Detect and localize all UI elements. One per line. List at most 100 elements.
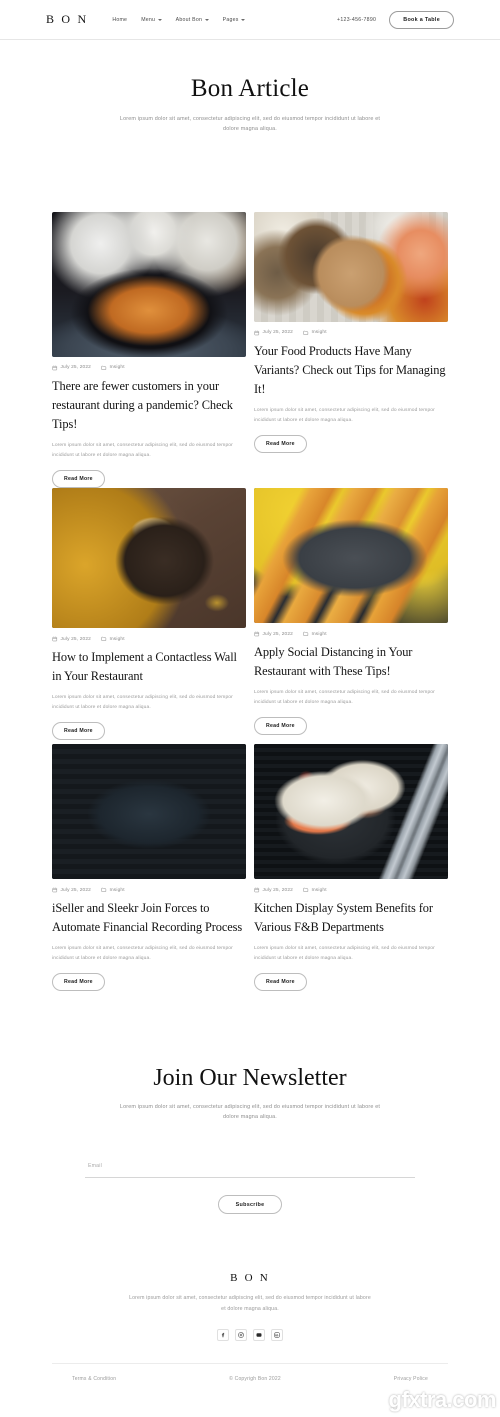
article-excerpt: Lorem ipsum dolor sit amet, consectetur … (254, 408, 435, 423)
folder-icon (101, 637, 107, 642)
shrimp-sushi-burger-image (254, 744, 448, 880)
article-date: July 25, 2022 (52, 636, 91, 642)
youtube-link[interactable] (253, 1328, 265, 1341)
nav-label: Home (112, 16, 128, 23)
subscribe-button[interactable]: Subscribe (217, 1195, 283, 1215)
calendar-icon (254, 330, 260, 336)
article-category: Insight (101, 636, 125, 642)
nav-label: Menu (141, 16, 156, 23)
nav-item-menu[interactable]: Menu (141, 16, 162, 23)
article-title[interactable]: Kitchen Display System Benefits for Vari… (254, 899, 448, 937)
date-text: July 25, 2022 (60, 636, 91, 642)
article-thumbnail[interactable] (52, 212, 246, 357)
facebook-link[interactable] (217, 1328, 229, 1341)
folder-icon (101, 888, 107, 893)
nav-item-about-bon[interactable]: About Bon (176, 17, 209, 23)
article-thumbnail[interactable] (254, 488, 448, 624)
youtube-icon (256, 1332, 262, 1337)
date-text: July 25, 2022 (60, 365, 91, 371)
category-text: Insight (109, 636, 125, 642)
header-actions: +123-456-7890 Book a Table (337, 10, 454, 29)
privacy-link[interactable]: Privacy Police (394, 1376, 428, 1382)
date-text: July 25, 2022 (60, 887, 91, 893)
chevron-down-icon (204, 18, 209, 21)
facebook-icon (221, 1332, 225, 1337)
folder-icon (303, 888, 309, 893)
book-a-table-button[interactable]: Book a Table (389, 10, 454, 29)
article-thumbnail[interactable] (254, 212, 448, 322)
newsletter-title: Join Our Newsletter (153, 1065, 347, 1092)
instagram-icon (238, 1332, 244, 1338)
nav-item-pages[interactable]: Pages (223, 17, 246, 23)
read-more-button[interactable]: Read More (52, 722, 105, 741)
calendar-icon (52, 365, 58, 371)
article-category: Insight (303, 887, 327, 893)
date-text: July 25, 2022 (262, 631, 293, 637)
read-more-button[interactable]: Read More (254, 435, 307, 454)
newsletter-subtitle: Lorem ipsum dolor sit amet, consectetur … (119, 1104, 381, 1121)
article-title[interactable]: How to Implement a Contactless Wall in Y… (52, 648, 246, 686)
linkedin-link[interactable] (271, 1328, 283, 1341)
hero-section: Bon Article Lorem ipsum dolor sit amet, … (0, 40, 500, 134)
site-header: B O N Home Menu About Bon Pages +123-456… (0, 0, 500, 40)
watermark: gfxtra.com (388, 1387, 497, 1412)
page-root: B O N Home Menu About Bon Pages +123-456… (0, 0, 500, 1417)
article-meta: July 25, 2022 Insight (254, 887, 448, 893)
page-subtitle: Lorem ipsum dolor sit amet, consectetur … (119, 116, 381, 132)
calendar-icon (52, 636, 58, 642)
read-more-button[interactable]: Read More (254, 973, 307, 992)
article-category: Insight (303, 631, 327, 637)
article-date: July 25, 2022 (254, 330, 293, 336)
category-text: Insight (109, 887, 125, 893)
korean-fried-chicken-image (52, 212, 246, 357)
email-input[interactable] (85, 1163, 415, 1170)
folder-icon (303, 330, 309, 335)
nav-label: About Bon (175, 16, 203, 23)
phone-number[interactable]: +123-456-7890 (337, 17, 376, 23)
article-date: July 25, 2022 (254, 887, 293, 893)
article-thumbnail[interactable] (52, 488, 246, 629)
article-excerpt: Lorem ipsum dolor sit amet, consectetur … (52, 695, 233, 710)
category-text: Insight (109, 365, 125, 371)
article-date: July 25, 2022 (254, 631, 293, 637)
article-title[interactable]: There are fewer customers in your restau… (52, 377, 246, 435)
terms-link[interactable]: Terms & Condition (72, 1376, 116, 1382)
article-excerpt: Lorem ipsum dolor sit amet, consectetur … (52, 946, 233, 961)
date-text: July 25, 2022 (262, 887, 293, 893)
instagram-link[interactable] (235, 1328, 247, 1341)
read-more-button[interactable]: Read More (52, 973, 105, 992)
article-meta: July 25, 2022 Insight (52, 636, 246, 642)
site-footer: B O N Lorem ipsum dolor sit amet, consec… (0, 1272, 500, 1382)
article-title[interactable]: iSeller and Sleekr Join Forces to Automa… (52, 899, 246, 937)
article-category: Insight (101, 365, 125, 371)
nav-item-home[interactable]: Home (112, 17, 127, 23)
chevron-down-icon (157, 18, 162, 21)
read-more-button[interactable]: Read More (52, 470, 105, 489)
article-meta: July 25, 2022 Insight (254, 330, 448, 336)
article-thumbnail[interactable] (52, 744, 246, 880)
article-card: July 25, 2022 Insight Apply Social Dista… (254, 488, 448, 736)
article-thumbnail[interactable] (254, 744, 448, 880)
article-card: July 25, 2022 Insight Kitchen Display Sy… (254, 744, 448, 992)
spring-roll-plate-image (52, 744, 246, 880)
article-excerpt: Lorem ipsum dolor sit amet, consectetur … (254, 946, 435, 961)
read-more-button[interactable]: Read More (254, 717, 307, 736)
footer-divider (52, 1362, 448, 1364)
article-title[interactable]: Your Food Products Have Many Variants? C… (254, 342, 448, 400)
calendar-icon (254, 888, 260, 893)
category-text: Insight (311, 887, 327, 893)
category-text: Insight (311, 631, 327, 637)
footer-bottom-bar: Terms & Condition © Copyrigh Bon 2022 Pr… (52, 1376, 448, 1382)
site-logo[interactable]: B O N (46, 12, 88, 27)
calendar-icon (254, 631, 260, 637)
grilled-skewers-image (254, 488, 448, 624)
footer-logo[interactable]: B O N (52, 1272, 448, 1284)
article-meta: July 25, 2022 Insight (52, 887, 246, 893)
article-card: July 25, 2022 Insight There are fewer cu… (52, 212, 246, 489)
copyright-text: © Copyrigh Bon 2022 (229, 1375, 281, 1382)
social-links (52, 1328, 448, 1341)
article-title[interactable]: Apply Social Distancing in Your Restaura… (254, 643, 448, 681)
article-meta: July 25, 2022 Insight (254, 631, 448, 637)
date-text: July 25, 2022 (262, 330, 293, 336)
chevron-down-icon (241, 18, 246, 21)
